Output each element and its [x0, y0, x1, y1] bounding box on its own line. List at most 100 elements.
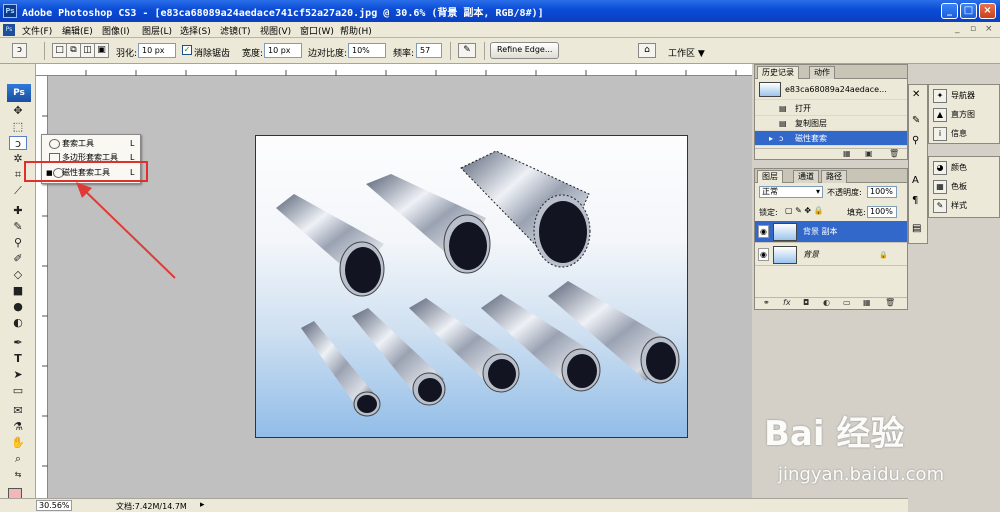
status-menu-arrow-icon[interactable]: ▸	[200, 500, 205, 510]
new-selection-icon[interactable]: □	[52, 43, 67, 58]
history-item-label: 复制图层	[795, 119, 827, 128]
menu-file[interactable]: 文件(F)	[22, 24, 52, 37]
minimize-button[interactable]: _	[941, 3, 958, 19]
dodge-tool-icon[interactable]: ◐	[9, 316, 27, 330]
status-bar: 30.56% 文档:7.42M/14.7M ▸	[0, 498, 908, 512]
trash-icon[interactable]: 🗑	[885, 298, 895, 307]
tab-layers[interactable]: 图层	[757, 170, 783, 183]
subtract-selection-icon[interactable]: ◫	[80, 43, 95, 58]
chevron-down-icon: ▾	[815, 187, 820, 196]
lasso-preset-icon[interactable]: ↄ	[12, 43, 27, 58]
swap-colors-icon[interactable]: ⇆	[9, 468, 27, 482]
history-item-duplicate-layer[interactable]: ▤ 复制图层	[755, 116, 907, 131]
toolbox: Ps ✥ ⬚ ↄ ✲ ⌗ ⟋ ✚ ✎ ⚲ ✐ ◇ ■ ● ◐ ✒ T ➤ ▭ ✉…	[0, 64, 36, 498]
doc-restore-icon[interactable]: ▫	[970, 24, 976, 34]
path-select-icon[interactable]: ➤	[9, 368, 27, 382]
frequency-input[interactable]: 57	[416, 43, 442, 58]
link-icon[interactable]: ⚭	[763, 298, 770, 307]
layer-comps-icon[interactable]: ▤	[912, 223, 921, 234]
maximize-button[interactable]: □	[960, 3, 977, 19]
refine-edge-button[interactable]: Refine Edge...	[490, 42, 560, 59]
feather-input[interactable]: 10 px	[138, 43, 176, 58]
opacity-label: 不透明度:	[827, 188, 862, 197]
healing-brush-icon[interactable]: ✚	[9, 204, 27, 218]
zoom-field[interactable]: 30.56%	[36, 500, 72, 511]
blend-mode-select[interactable]: 正常 ▾	[759, 186, 823, 198]
shape-tool-icon[interactable]: ▭	[9, 384, 27, 398]
opacity-input[interactable]: 100%	[867, 186, 897, 198]
snapshot-icon[interactable]: ▣	[865, 149, 873, 158]
move-tool-icon[interactable]: ✥	[9, 104, 27, 118]
menu-image[interactable]: 图像(I)	[102, 24, 130, 37]
menu-edit[interactable]: 编辑(E)	[62, 24, 93, 37]
mask-icon[interactable]: ◘	[803, 298, 809, 307]
layer-row-background-copy[interactable]: ◉ 背景 副本	[755, 221, 907, 243]
fill-label: 填充:	[847, 208, 866, 217]
adjustment-icon[interactable]: ◐	[823, 298, 830, 307]
document-canvas[interactable]	[255, 135, 688, 438]
tab-paths[interactable]: 路径	[821, 170, 847, 183]
brushes-icon[interactable]: ✎	[912, 115, 920, 126]
tab-actions[interactable]: 动作	[809, 66, 835, 79]
menu-help[interactable]: 帮助(H)	[340, 24, 372, 37]
tab-channels[interactable]: 通道	[793, 170, 819, 183]
notes-tool-icon[interactable]: ✉	[9, 404, 27, 418]
workspace-menu[interactable]: 工作区 ▼	[668, 46, 705, 59]
clone-source-icon[interactable]: ⚲	[912, 135, 919, 146]
width-input[interactable]: 10 px	[264, 43, 302, 58]
type-tool-icon[interactable]: T	[9, 352, 27, 366]
menu-view[interactable]: 视图(V)	[260, 24, 291, 37]
contrast-input[interactable]: 10%	[348, 43, 386, 58]
history-tabbar: 历史记录 动作	[755, 65, 907, 79]
clone-stamp-icon[interactable]: ⚲	[9, 236, 27, 250]
fx-icon[interactable]: fx	[783, 298, 791, 307]
intersect-selection-icon[interactable]: ▣	[94, 43, 109, 58]
lasso-icon	[49, 139, 60, 149]
color-icon: ◕	[933, 161, 947, 175]
close-button[interactable]: ×	[979, 3, 996, 19]
slice-tool-icon[interactable]: ⟋	[9, 184, 27, 198]
tool-presets-icon[interactable]: ✕	[912, 89, 920, 100]
eraser-tool-icon[interactable]: ◇	[9, 268, 27, 282]
visibility-eye-icon[interactable]: ◉	[758, 225, 769, 238]
hand-tool-icon[interactable]: ✋	[9, 436, 27, 450]
marquee-tool-icon[interactable]: ⬚	[9, 120, 27, 134]
layer-row-background[interactable]: ◉ 背景 🔒	[755, 244, 907, 266]
zoom-tool-icon[interactable]: ⌕	[9, 452, 27, 466]
character-icon[interactable]: A	[912, 175, 919, 186]
history-item-open[interactable]: ▤ 打开	[755, 101, 907, 116]
gradient-tool-icon[interactable]: ■	[9, 284, 27, 298]
history-brush-icon[interactable]: ✐	[9, 252, 27, 266]
doc-close-icon[interactable]: ×	[985, 24, 993, 34]
history-item-magnetic-lasso[interactable]: ▸ ↄ 磁性套索	[755, 131, 907, 146]
fill-input[interactable]: 100%	[867, 206, 897, 218]
eyedropper-icon[interactable]: ⚗	[9, 420, 27, 434]
add-selection-icon[interactable]: ⧉	[66, 43, 81, 58]
document-icon[interactable]: Ps	[3, 24, 15, 36]
new-layer-icon[interactable]: ▦	[863, 298, 871, 307]
folder-icon[interactable]: ▭	[843, 298, 851, 307]
lock-icons[interactable]: ▢ ✎ ✥ 🔒	[785, 206, 824, 215]
visibility-eye-icon[interactable]: ◉	[758, 248, 769, 261]
menu-window[interactable]: 窗口(W)	[300, 24, 334, 37]
menu-select[interactable]: 选择(S)	[180, 24, 211, 37]
antialias-checkbox[interactable]: ✓	[182, 45, 192, 55]
ps-logo: Ps	[7, 84, 31, 102]
flyout-lasso-tool[interactable]: 套索工具 L	[42, 137, 140, 151]
tab-history[interactable]: 历史记录	[757, 66, 799, 79]
menu-filter[interactable]: 滤镜(T)	[220, 24, 251, 37]
new-document-icon[interactable]: ▦	[843, 149, 851, 158]
brush-tool-icon[interactable]: ✎	[9, 220, 27, 234]
paragraph-icon[interactable]: ¶	[912, 195, 918, 206]
doc-minimize-icon[interactable]: _	[955, 24, 960, 34]
tablet-pressure-icon[interactable]: ✎	[458, 43, 476, 58]
dock-label: 直方图	[951, 110, 975, 119]
lasso-tool-icon[interactable]: ↄ	[9, 136, 27, 150]
bridge-icon[interactable]: ⌂	[638, 43, 656, 58]
blur-tool-icon[interactable]: ●	[9, 300, 27, 314]
pen-tool-icon[interactable]: ✒	[9, 336, 27, 350]
trash-icon[interactable]: 🗑	[889, 149, 899, 158]
navigator-icon: ✦	[933, 89, 947, 103]
history-snapshot[interactable]: e83ca68089a24aedace...	[755, 80, 907, 100]
menu-layer[interactable]: 图层(L)	[142, 24, 172, 37]
